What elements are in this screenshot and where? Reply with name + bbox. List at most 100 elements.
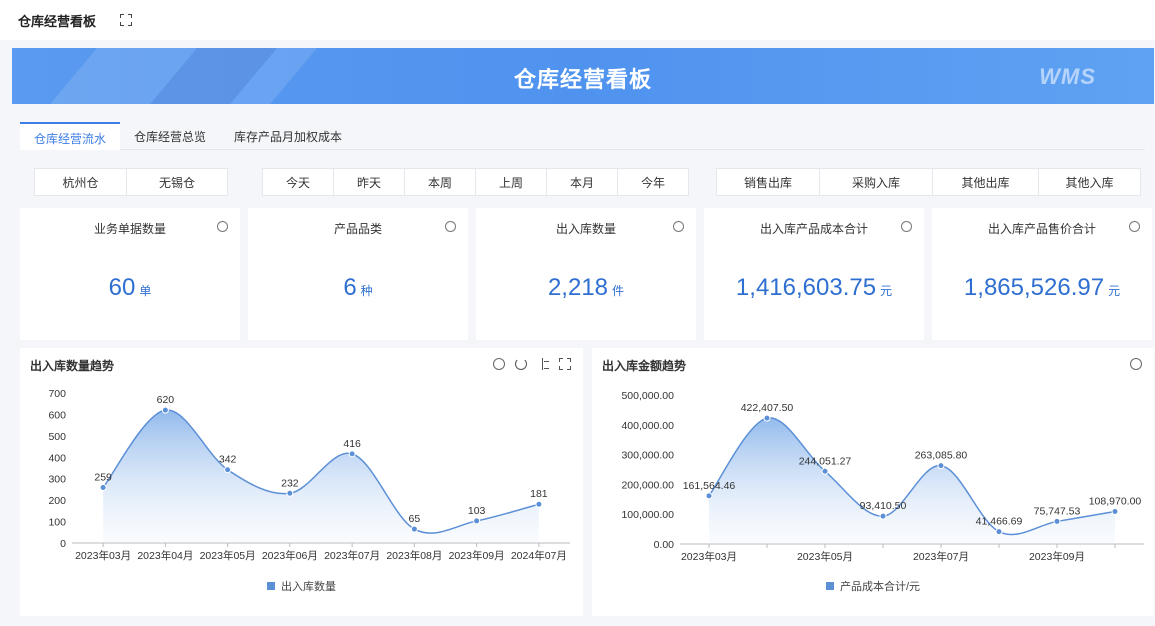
y-tick-label: 200 <box>48 495 66 507</box>
data-label: 65 <box>409 513 421 525</box>
top-bar: 仓库经营看板 <box>0 0 1155 40</box>
filter-period-this-year[interactable]: 今年 <box>617 168 689 196</box>
x-tick-label: 2023年04月 <box>137 549 193 562</box>
kpi-title: 业务单据数量 <box>93 222 166 236</box>
filter-period-this-month[interactable]: 本月 <box>546 168 618 196</box>
filter-period-yesterday[interactable]: 昨天 <box>333 168 405 196</box>
filter-type-sales-out[interactable]: 销售出库 <box>716 168 820 196</box>
filter-period-today[interactable]: 今天 <box>262 168 334 196</box>
data-point <box>1111 508 1119 516</box>
data-label: 259 <box>94 472 112 484</box>
amount-trend-chart: 500,000.00 400,000.00 300,000.00 200,000.00… <box>621 390 1144 563</box>
kpi-value: 2,218 件 <box>476 274 696 302</box>
kpi-card-quantity: 出入库数量 2,218 件 <box>476 208 696 340</box>
type-filter: 销售出库 采购入库 其他出库 其他入库 <box>716 168 1141 196</box>
data-label: 232 <box>281 477 299 489</box>
data-point <box>161 406 169 414</box>
data-point <box>879 512 887 520</box>
info-icon[interactable] <box>901 221 912 232</box>
y-tick-label: 100,000.00 <box>621 509 674 521</box>
info-icon[interactable] <box>445 221 456 232</box>
filter-warehouse-hangzhou[interactable]: 杭州仓 <box>34 168 127 196</box>
legend-label: 产品成本合计/元 <box>839 581 921 593</box>
data-label: 263,085.80 <box>915 450 968 462</box>
y-tick-label: 200,000.00 <box>621 479 674 491</box>
info-icon[interactable] <box>217 221 228 232</box>
kpi-card-cost-total: 出入库产品成本合计 1,416,603.75 元 <box>704 208 924 340</box>
chart-legend[interactable]: 产品成本合计/元 <box>592 578 1154 594</box>
kpi-title: 出入库产品成本合计 <box>759 222 868 236</box>
banner-title: 仓库经营看板 <box>513 67 652 92</box>
x-tick-label: 2023年07月 <box>913 550 969 563</box>
x-tick-label: 2023年05月 <box>200 549 256 562</box>
kpi-number: 1,865,526.97 <box>963 274 1105 301</box>
kpi-title: 产品品类 <box>333 222 382 236</box>
y-tick-label: 100 <box>48 517 66 529</box>
data-point <box>410 525 418 533</box>
filter-type-other-in[interactable]: 其他入库 <box>1038 168 1141 196</box>
tab-operation-flow[interactable]: 仓库经营流水 <box>20 122 121 150</box>
kpi-title: 出入库产品售价合计 <box>987 222 1096 236</box>
kpi-unit: 元 <box>880 284 893 298</box>
amount-trend-panel: 出入库金额趋势 500,000.00 400,000.00 300,000.00 20… <box>592 348 1154 616</box>
x-tick-label: 2023年05月 <box>797 550 853 563</box>
legend-label: 出入库数量 <box>281 581 336 593</box>
data-point <box>348 450 356 458</box>
kpi-value: 60 单 <box>20 274 240 302</box>
data-point <box>224 466 232 474</box>
quantity-trend-chart: 700 600 500 400 300 200 100 0 2023年03月 2023年04月 20… <box>48 388 570 562</box>
kpi-number: 60 <box>108 274 136 301</box>
y-tick-label: 0 <box>60 538 66 550</box>
kpi-card-price-total: 出入库产品售价合计 1,865,526.97 元 <box>932 208 1152 340</box>
y-tick-label: 300 <box>48 474 66 486</box>
filter-type-purchase-in[interactable]: 采购入库 <box>819 168 933 196</box>
data-point <box>99 484 107 491</box>
kpi-unit: 种 <box>360 284 373 298</box>
kpi-value: 6种 <box>248 274 468 302</box>
quantity-trend-panel: 出入库数量趋势 700 600 500 400 300 200 100 0 2023年03月 20… <box>20 348 583 616</box>
data-point <box>995 528 1003 536</box>
data-label: 416 <box>343 438 361 450</box>
x-tick-label: 2023年07月 <box>324 549 380 562</box>
series-area <box>103 410 539 543</box>
x-tick-label: 2023年09月 <box>449 549 505 562</box>
info-icon[interactable] <box>673 221 684 232</box>
y-tick-label: 600 <box>48 409 66 421</box>
kpi-row: 业务单据数量 60 单 产品品类 6种 出入库数量 2,218 件 出入库产品成本合… <box>20 208 1155 340</box>
data-point <box>1053 517 1061 525</box>
x-tick-label: 2023年08月 <box>386 549 442 562</box>
filter-bar: 杭州仓 无锡仓 今天 昨天 本周 上周 本月 今年 销售出库 采购入库 其他出库… <box>0 168 1155 196</box>
page-title: 仓库经营看板 <box>18 13 97 29</box>
kpi-number: 6 <box>343 274 357 301</box>
filter-period-this-week[interactable]: 本周 <box>404 168 476 196</box>
tab-monthly-weighted-cost[interactable]: 库存产品月加权成本 <box>220 122 356 150</box>
filter-type-other-out[interactable]: 其他出库 <box>932 168 1039 196</box>
x-tick-label: 2023年06月 <box>262 549 318 562</box>
data-point <box>535 500 543 508</box>
legend-swatch <box>825 582 834 590</box>
data-point <box>473 517 481 525</box>
filter-period-last-week[interactable]: 上周 <box>475 168 547 196</box>
y-tick-label: 400 <box>48 452 66 464</box>
kpi-value: 1,416,603.75 元 <box>704 274 924 302</box>
info-icon[interactable] <box>1129 221 1140 232</box>
data-point <box>821 467 829 475</box>
chart-legend[interactable]: 出入库数量 <box>20 578 583 594</box>
data-point <box>937 462 945 470</box>
data-label: 422,407.50 <box>741 402 794 414</box>
warehouse-filter: 杭州仓 无锡仓 <box>34 168 228 196</box>
data-label: 342 <box>219 454 237 466</box>
x-tick-label: 2023年03月 <box>681 550 737 563</box>
kpi-unit: 单 <box>139 284 152 298</box>
data-label: 103 <box>468 505 486 517</box>
fullscreen-icon[interactable] <box>120 14 133 26</box>
period-filter: 今天 昨天 本周 上周 本月 今年 <box>262 168 689 196</box>
filter-warehouse-wuxi[interactable]: 无锡仓 <box>126 168 228 196</box>
y-tick-label: 500,000.00 <box>621 390 674 402</box>
y-tick-label: 500 <box>48 431 66 443</box>
kpi-unit: 件 <box>612 284 625 298</box>
tab-bar: 仓库经营流水 仓库经营总览 库存产品月加权成本 <box>20 122 1145 150</box>
wms-logo: WMS <box>1039 64 1096 89</box>
tab-operation-overview[interactable]: 仓库经营总览 <box>120 122 220 150</box>
data-label: 108,970.00 <box>1089 496 1142 508</box>
